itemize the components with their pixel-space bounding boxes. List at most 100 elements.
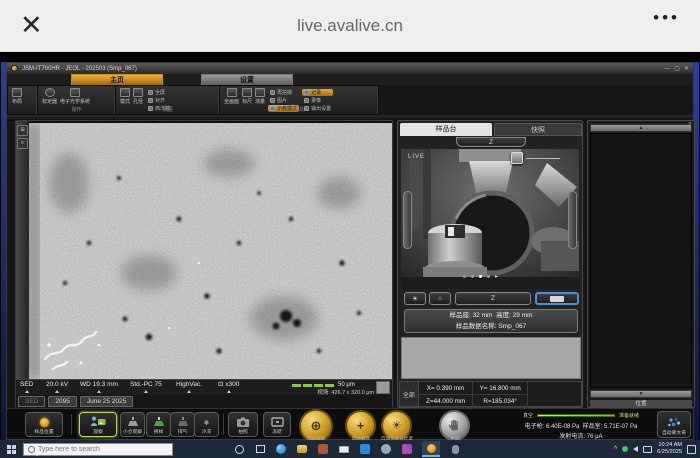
status-probe-current[interactable]: Std.-PC 75 [130, 381, 162, 393]
coords-all-button[interactable]: 全部 [400, 382, 419, 406]
tab-home[interactable]: 主页 [71, 74, 163, 85]
scale-bar: 50 μm 视场: 426.7 x 320.0 μm [292, 382, 374, 396]
ribbon-button-layout[interactable]: 布局 [12, 88, 22, 105]
operation-toolbar: 样品位置 观察 小仓观察 换样 排气 ❄ 冷冻 [7, 408, 693, 439]
photos-app-icon[interactable] [401, 443, 413, 455]
sem-tab-number[interactable]: 2095 [48, 396, 76, 407]
minimize-icon[interactable]: — [664, 66, 670, 72]
observe-button[interactable]: 观察 [79, 412, 117, 437]
vent-button[interactable]: 排气 [170, 412, 195, 437]
freeze-button[interactable]: 冻结 [263, 412, 291, 437]
maximize-icon[interactable]: ▢ [674, 66, 680, 72]
ribbon-button-eos[interactable]: 电子光学系统 [60, 88, 90, 105]
auto-montage-button[interactable]: 自动蒙太奇 [657, 411, 691, 438]
video-icon [304, 98, 309, 103]
edge-icon[interactable] [275, 443, 287, 455]
browser-top-bar: ✕ live.avalive.cn ••• [0, 0, 700, 52]
sem-tab-date[interactable]: June 25 2025 [80, 396, 133, 407]
status-detector[interactable]: SED [20, 381, 33, 393]
stage-home-button[interactable]: ⌂ [429, 292, 451, 305]
tab-stage[interactable]: 样品台 [400, 123, 492, 136]
holder-observe-button[interactable]: 小仓观察 [120, 412, 145, 437]
ribbon-button-gun-alignment[interactable]: 标定器 [42, 88, 57, 105]
chamber-camera-view[interactable]: LIVE ▸ [401, 149, 579, 289]
frame-icon [120, 88, 130, 97]
chamber-camera-button[interactable] [535, 292, 579, 305]
extra-app-icon[interactable] [449, 443, 461, 455]
streaming-app-icon-active[interactable] [422, 441, 440, 457]
app-title-bar[interactable]: JSM-IT700HR - JEOL - 202503 (Smp_067) — … [7, 63, 693, 74]
page-dot-active[interactable] [479, 275, 482, 278]
action-center-icon[interactable] [687, 445, 696, 454]
measure-icon [255, 88, 265, 97]
ribbon-button-fullframe[interactable]: 全画面 [224, 88, 239, 105]
settings-app-icon[interactable] [380, 443, 392, 455]
sample-position-button[interactable]: 样品位置 [25, 412, 63, 437]
page-dot[interactable] [487, 275, 490, 278]
store-icon[interactable] [359, 443, 371, 455]
stage-z-button[interactable]: Z [455, 292, 531, 305]
ribbon-item-record[interactable]: 记录 [302, 89, 333, 96]
exchange-button[interactable]: 换样 [146, 412, 171, 437]
page-dot[interactable] [471, 275, 474, 278]
status-magnification[interactable]: ⊡ x300 [218, 381, 239, 393]
tray-chevron-icon[interactable]: ^ [614, 446, 617, 453]
tab-settings[interactable]: 设置 [201, 74, 293, 85]
window-close-icon[interactable]: ✕ [684, 66, 689, 72]
scroll-down-bar[interactable]: ▼ [590, 390, 692, 398]
zoom-slider[interactable] [526, 158, 560, 159]
scale-bar-segment [303, 384, 312, 387]
menu-dots-icon[interactable]: ••• [653, 8, 680, 28]
z-pull-button[interactable]: Z [456, 137, 526, 147]
package-app-icon[interactable] [317, 443, 329, 455]
sem-tab-detector[interactable]: SED [18, 396, 45, 407]
status-dot-icon[interactable] [622, 446, 628, 452]
file-explorer-icon[interactable] [296, 443, 308, 455]
left-slide-handle[interactable] [403, 191, 412, 249]
status-extra-button[interactable] [376, 381, 390, 394]
camera-page-dots[interactable]: ▸ [463, 273, 498, 280]
photo-button[interactable]: 拍照 [228, 412, 258, 437]
task-view-icon[interactable] [254, 443, 266, 455]
scroll-up-bar[interactable]: ▲ [590, 124, 692, 132]
volume-icon[interactable] [633, 446, 638, 452]
up-arrow-icon: ▲ [639, 125, 644, 131]
app-logo-icon [11, 65, 18, 72]
gun-pressure: 电子枪: 6.40E-08 Pa [525, 424, 580, 430]
page-next-icon[interactable]: ▸ [495, 273, 498, 280]
ribbon-button-ruler[interactable]: 标尺 [242, 88, 252, 105]
sem-tool-button-1[interactable]: ⊞ [17, 125, 28, 136]
fullscreen-icon [148, 90, 153, 95]
target-icon: ⊕ [311, 418, 322, 434]
ribbon-item-fullscreen[interactable]: 全屏 [146, 89, 172, 96]
chamber-light-button[interactable]: ☀ [404, 292, 426, 305]
status-vacuum-mode[interactable]: HighVac. [176, 381, 202, 393]
cool-button[interactable]: ❄ 冷冻 [194, 412, 219, 437]
ribbon-button-mode[interactable]: 模式 [120, 88, 130, 105]
cortana-icon[interactable] [233, 443, 245, 455]
sem-live-image[interactable] [29, 123, 392, 379]
ribbon-item-picture[interactable]: 图片 [268, 97, 299, 104]
ribbon-item-align[interactable]: 对齐 [146, 97, 172, 104]
ribbon-button-aperture[interactable]: 孔径 [133, 88, 143, 105]
right-slide-handle[interactable] [568, 191, 577, 249]
search-input[interactable] [38, 446, 158, 453]
ribbon-item-video[interactable]: 录像 [302, 97, 333, 104]
mail-icon[interactable] [338, 443, 350, 455]
ribbon-button-measure[interactable]: 测量 [255, 88, 265, 105]
keyboard-icon[interactable] [643, 446, 652, 453]
stage-vent-icon [176, 417, 190, 427]
taskbar-clock[interactable]: 10:24 AM 6/25/2025 [657, 442, 682, 456]
sem-tool-button-2[interactable]: ≡ [17, 138, 28, 149]
ribbon-item-reshoot[interactable]: 再拍摄 [268, 89, 299, 96]
taskbar-search[interactable] [23, 443, 173, 456]
positions-label-button[interactable]: 位置 [590, 400, 692, 408]
sample-info-box: 样品座: 32 mm 高度: 29 mm 样品数据名称: Smp_067 [404, 309, 578, 333]
tab-snapshot[interactable]: 快照 [494, 123, 582, 136]
start-button[interactable] [5, 443, 17, 455]
positions-list[interactable] [590, 133, 692, 388]
page-dot[interactable] [463, 275, 466, 278]
status-working-distance[interactable]: WD 19.3 mm [80, 381, 118, 393]
status-voltage[interactable]: 20.0 kV [46, 381, 68, 393]
zoom-grid-handle[interactable] [511, 152, 523, 164]
